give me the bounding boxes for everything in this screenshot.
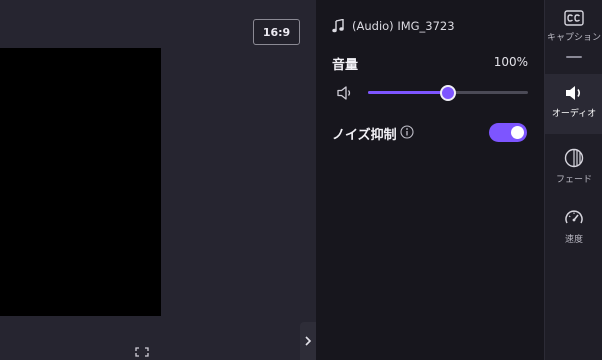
preview-area: 16:9 [0, 0, 316, 360]
tab-audio-label: オーディオ [551, 109, 597, 119]
toggle-knob [511, 126, 524, 139]
clip-name: (Audio) IMG_3723 [352, 19, 455, 33]
volume-icon[interactable] [336, 84, 354, 102]
volume-slider-thumb[interactable] [440, 85, 456, 101]
volume-slider[interactable] [368, 85, 528, 101]
tab-fade[interactable]: フェード [545, 138, 602, 198]
captions-icon [564, 10, 584, 26]
chevron-right-icon [305, 336, 312, 346]
volume-slider-fill [368, 91, 448, 94]
fade-icon [564, 148, 584, 168]
speaker-icon [566, 86, 581, 100]
tab-audio[interactable]: オーディオ [545, 74, 602, 134]
tab-speed[interactable]: 速度 [545, 198, 602, 258]
speed-gauge-icon [565, 210, 583, 224]
audio-properties-panel: (Audio) IMG_3723 音量 100% ノイズ抑制 [316, 0, 544, 360]
video-canvas[interactable] [0, 48, 161, 316]
info-icon[interactable] [400, 125, 414, 139]
clip-header: (Audio) IMG_3723 [332, 17, 455, 35]
music-note-icon [332, 19, 344, 33]
volume-value: 100% [493, 55, 528, 69]
volume-label: 音量 [332, 58, 359, 73]
property-tabs-rail: キャプション オーディオ フェード 速度 [544, 0, 602, 360]
collapse-panel-button[interactable] [300, 322, 316, 360]
noise-suppression-toggle[interactable] [489, 123, 527, 142]
tab-fade-label: フェード [555, 175, 592, 185]
editor-window: 16:9 (Audio) IMG_3723 音量 100% ノイズ抑制 キャプシ… [0, 0, 602, 360]
fullscreen-icon[interactable] [135, 347, 149, 357]
tab-indicator [566, 56, 582, 58]
aspect-ratio-button[interactable]: 16:9 [253, 19, 300, 45]
tab-captions[interactable]: キャプション [545, 0, 602, 60]
tab-captions-label: キャプション [546, 33, 601, 43]
noise-suppression-label: ノイズ抑制 [332, 128, 397, 143]
tab-speed-label: 速度 [564, 235, 583, 245]
